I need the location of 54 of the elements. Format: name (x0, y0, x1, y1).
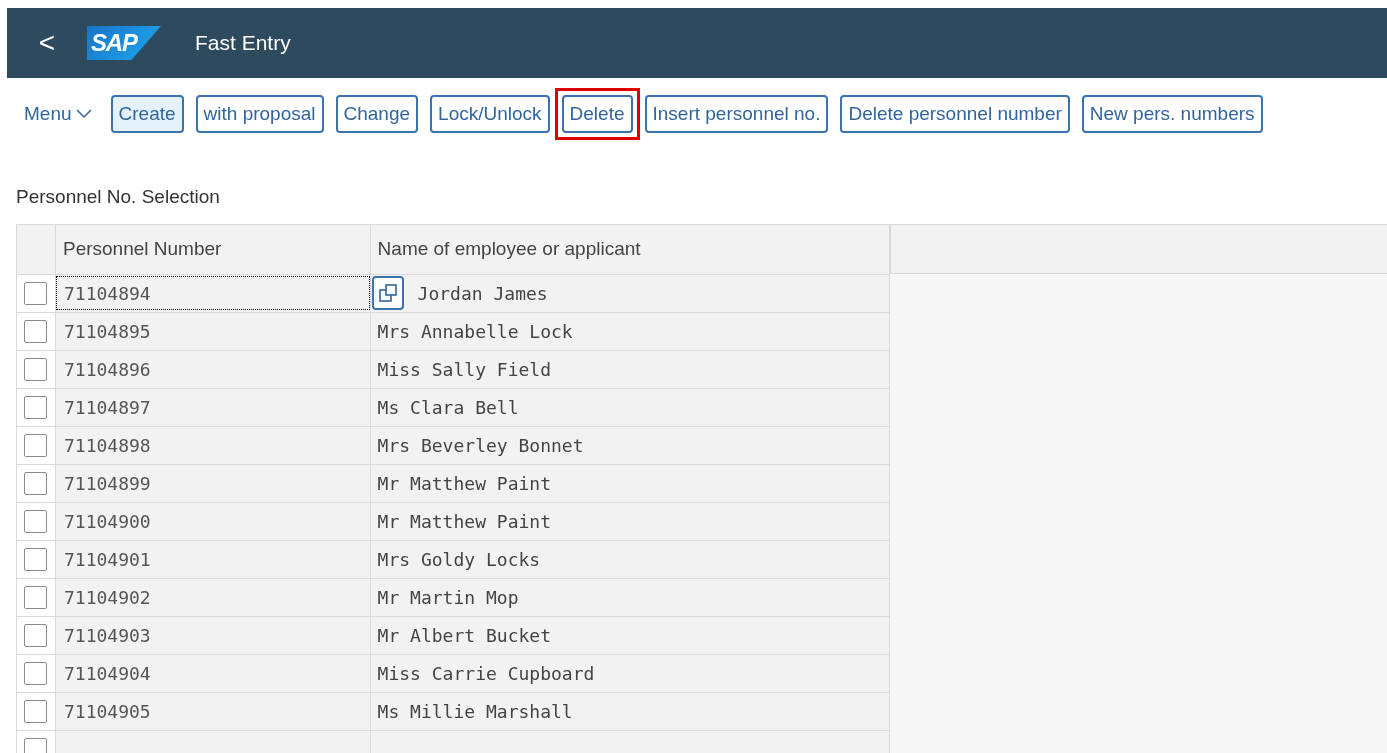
table-cell-text: Jordan James (417, 281, 548, 306)
toolbar-button[interactable]: Delete personnel number (840, 95, 1070, 133)
checkbox[interactable] (24, 509, 48, 533)
value-help-button[interactable] (371, 276, 404, 310)
toolbar-button[interactable]: with proposal (195, 95, 324, 133)
table-cell-text: 71104899 (62, 471, 152, 496)
table-cell-text: Ms Millie Marshall (377, 699, 573, 724)
table-cell-text: Mr Matthew Paint (377, 471, 551, 496)
toolbar-button[interactable]: Lock/Unlock (430, 95, 550, 133)
checkbox[interactable] (24, 661, 48, 685)
table-cell-text: 71104896 (62, 357, 152, 382)
checkbox[interactable] (24, 471, 48, 495)
menu-button[interactable]: Menu (24, 99, 92, 129)
checkbox[interactable] (24, 281, 48, 305)
table-cell-text: 71104897 (62, 395, 152, 420)
table-cell-text: 71104902 (62, 585, 152, 610)
column-header: Name of employee or applicant (377, 236, 641, 261)
toolbar-button[interactable]: Create (110, 95, 184, 133)
checkbox[interactable] (24, 357, 48, 381)
column-header: Personnel Number (62, 236, 222, 261)
toolbar-button[interactable]: Delete (561, 95, 633, 133)
table-cell-text: 71104904 (62, 661, 152, 686)
table-cell-text: Mrs Goldy Locks (377, 547, 541, 572)
toolbar-button[interactable]: Insert personnel no. (644, 95, 829, 133)
table-cell: 71104894 (55, 276, 370, 310)
table-cell-text: 71104900 (62, 509, 152, 534)
table-cell-text: Mr Matthew Paint (377, 509, 551, 534)
toolbar-button[interactable]: New pers. numbers (1081, 95, 1263, 133)
checkbox[interactable] (24, 547, 48, 571)
table-cell-text: Mrs Beverley Bonnet (377, 433, 584, 458)
checkbox[interactable] (24, 319, 48, 343)
table-cell-text: 71104905 (62, 699, 152, 724)
copy-icon (377, 283, 398, 303)
table-cell-text: Mr Martin Mop (377, 585, 519, 610)
table-cell-text: 71104898 (62, 433, 152, 458)
window-title: Fast Entry (195, 30, 291, 57)
checkbox[interactable] (24, 699, 48, 723)
chevron-down-icon (75, 109, 92, 119)
table-cell-text: Ms Clara Bell (377, 395, 519, 420)
checkbox[interactable] (24, 623, 48, 647)
sap-logo: SAP (87, 26, 161, 60)
table-cell-text: Miss Sally Field (377, 357, 551, 382)
toolbar-button[interactable]: Change (335, 95, 419, 133)
table-cell-text: Mr Albert Bucket (377, 623, 551, 648)
back-button[interactable]: < (35, 22, 59, 64)
checkbox[interactable] (24, 585, 48, 609)
table-cell-text: Mrs Annabelle Lock (377, 319, 573, 344)
checkbox[interactable] (24, 395, 48, 419)
table-cell-text: 71104901 (62, 547, 152, 572)
checkbox[interactable] (24, 433, 48, 457)
table-cell-text: 71104895 (62, 319, 152, 344)
table-cell-text: Miss Carrie Cupboard (377, 661, 595, 686)
table-cell-text: 71104903 (62, 623, 152, 648)
section-title: Personnel No. Selection (16, 185, 221, 209)
